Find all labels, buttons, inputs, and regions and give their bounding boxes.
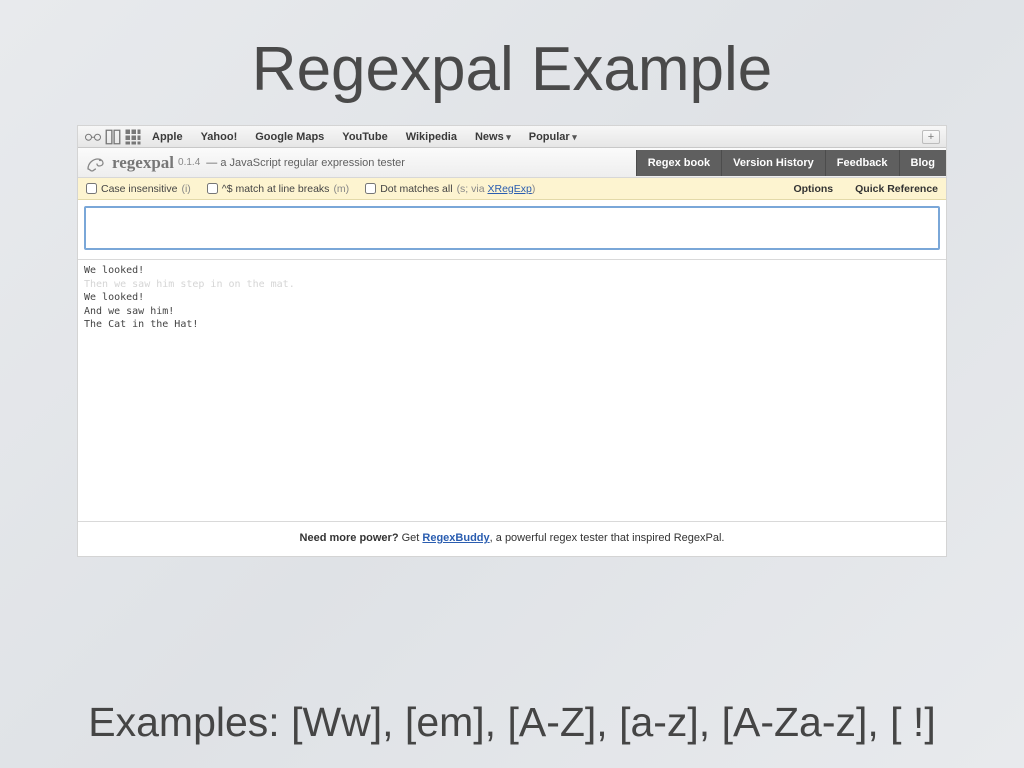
bookmark-news[interactable]: News [467,131,519,143]
book-icon[interactable] [104,129,122,145]
footer-mid: Get [399,532,423,544]
tab-blog[interactable]: Blog [899,150,946,176]
regex-input[interactable] [84,206,940,250]
bookmark-apple[interactable]: Apple [144,131,191,143]
examples-text: Examples: [Ww], [em], [A-Z], [a-z], [A-Z… [0,698,1024,746]
header-tabs: Regex book Version History Feedback Blog [636,148,946,178]
xregexp-link[interactable]: XRegExp [487,183,531,195]
slide-title: Regexpal Example [0,0,1024,125]
tab-feedback[interactable]: Feedback [825,150,899,176]
option-case-insensitive[interactable]: Case insensitive (i) [86,183,191,195]
chameleon-logo-icon [84,151,108,175]
test-text-line: We looked! [84,291,940,305]
bookmark-bar: Apple Yahoo! Google Maps YouTube Wikiped… [78,126,946,148]
link-quick-reference[interactable]: Quick Reference [855,183,938,195]
footer-tail: , a powerful regex tester that inspired … [490,532,725,544]
test-text-line: The Cat in the Hat! [84,318,940,332]
option-flag: (s; via XRegExp) [457,183,536,195]
option-multiline[interactable]: ^$ match at line breaks (m) [207,183,349,195]
test-text-area[interactable]: We looked!Then we saw him step in on the… [78,260,946,522]
page-header: regexpal 0.1.4 — a JavaScript regular ex… [78,148,946,178]
tagline: — a JavaScript regular expression tester [206,157,405,169]
bookmark-yahoo[interactable]: Yahoo! [193,131,246,143]
checkbox-multiline[interactable] [207,183,218,194]
checkbox-dotall[interactable] [365,183,376,194]
test-text-line: And we saw him! [84,305,940,319]
bookmark-google-maps[interactable]: Google Maps [247,131,332,143]
option-label: Case insensitive [101,183,177,195]
test-text-line: Then we saw him step in on the mat. [84,278,940,292]
regexbuddy-link[interactable]: RegexBuddy [422,532,489,544]
bookmark-popular[interactable]: Popular [521,131,585,143]
grid-icon[interactable] [124,129,142,145]
footer-lead: Need more power? [300,532,399,544]
add-bookmark-button[interactable]: + [922,130,940,144]
footer: Need more power? Get RegexBuddy, a power… [78,522,946,556]
bookmark-youtube[interactable]: YouTube [334,131,395,143]
option-label: Dot matches all [380,183,452,195]
checkbox-case-insensitive[interactable] [86,183,97,194]
brand-name: regexpal [112,153,174,173]
version-label: 0.1.4 [178,157,200,168]
option-dotall[interactable]: Dot matches all (s; via XRegExp) [365,183,535,195]
tab-regex-book[interactable]: Regex book [636,150,721,176]
tab-version-history[interactable]: Version History [721,150,825,176]
test-text-line: We looked! [84,264,940,278]
regexpal-screenshot: Apple Yahoo! Google Maps YouTube Wikiped… [77,125,947,557]
glasses-icon[interactable] [84,129,102,145]
option-flag: (i) [181,183,190,195]
options-bar: Case insensitive (i) ^$ match at line br… [78,178,946,200]
link-options[interactable]: Options [793,183,833,195]
option-label: ^$ match at line breaks [222,183,330,195]
regex-input-wrap [78,200,946,260]
bookmark-wikipedia[interactable]: Wikipedia [398,131,465,143]
option-flag: (m) [333,183,349,195]
